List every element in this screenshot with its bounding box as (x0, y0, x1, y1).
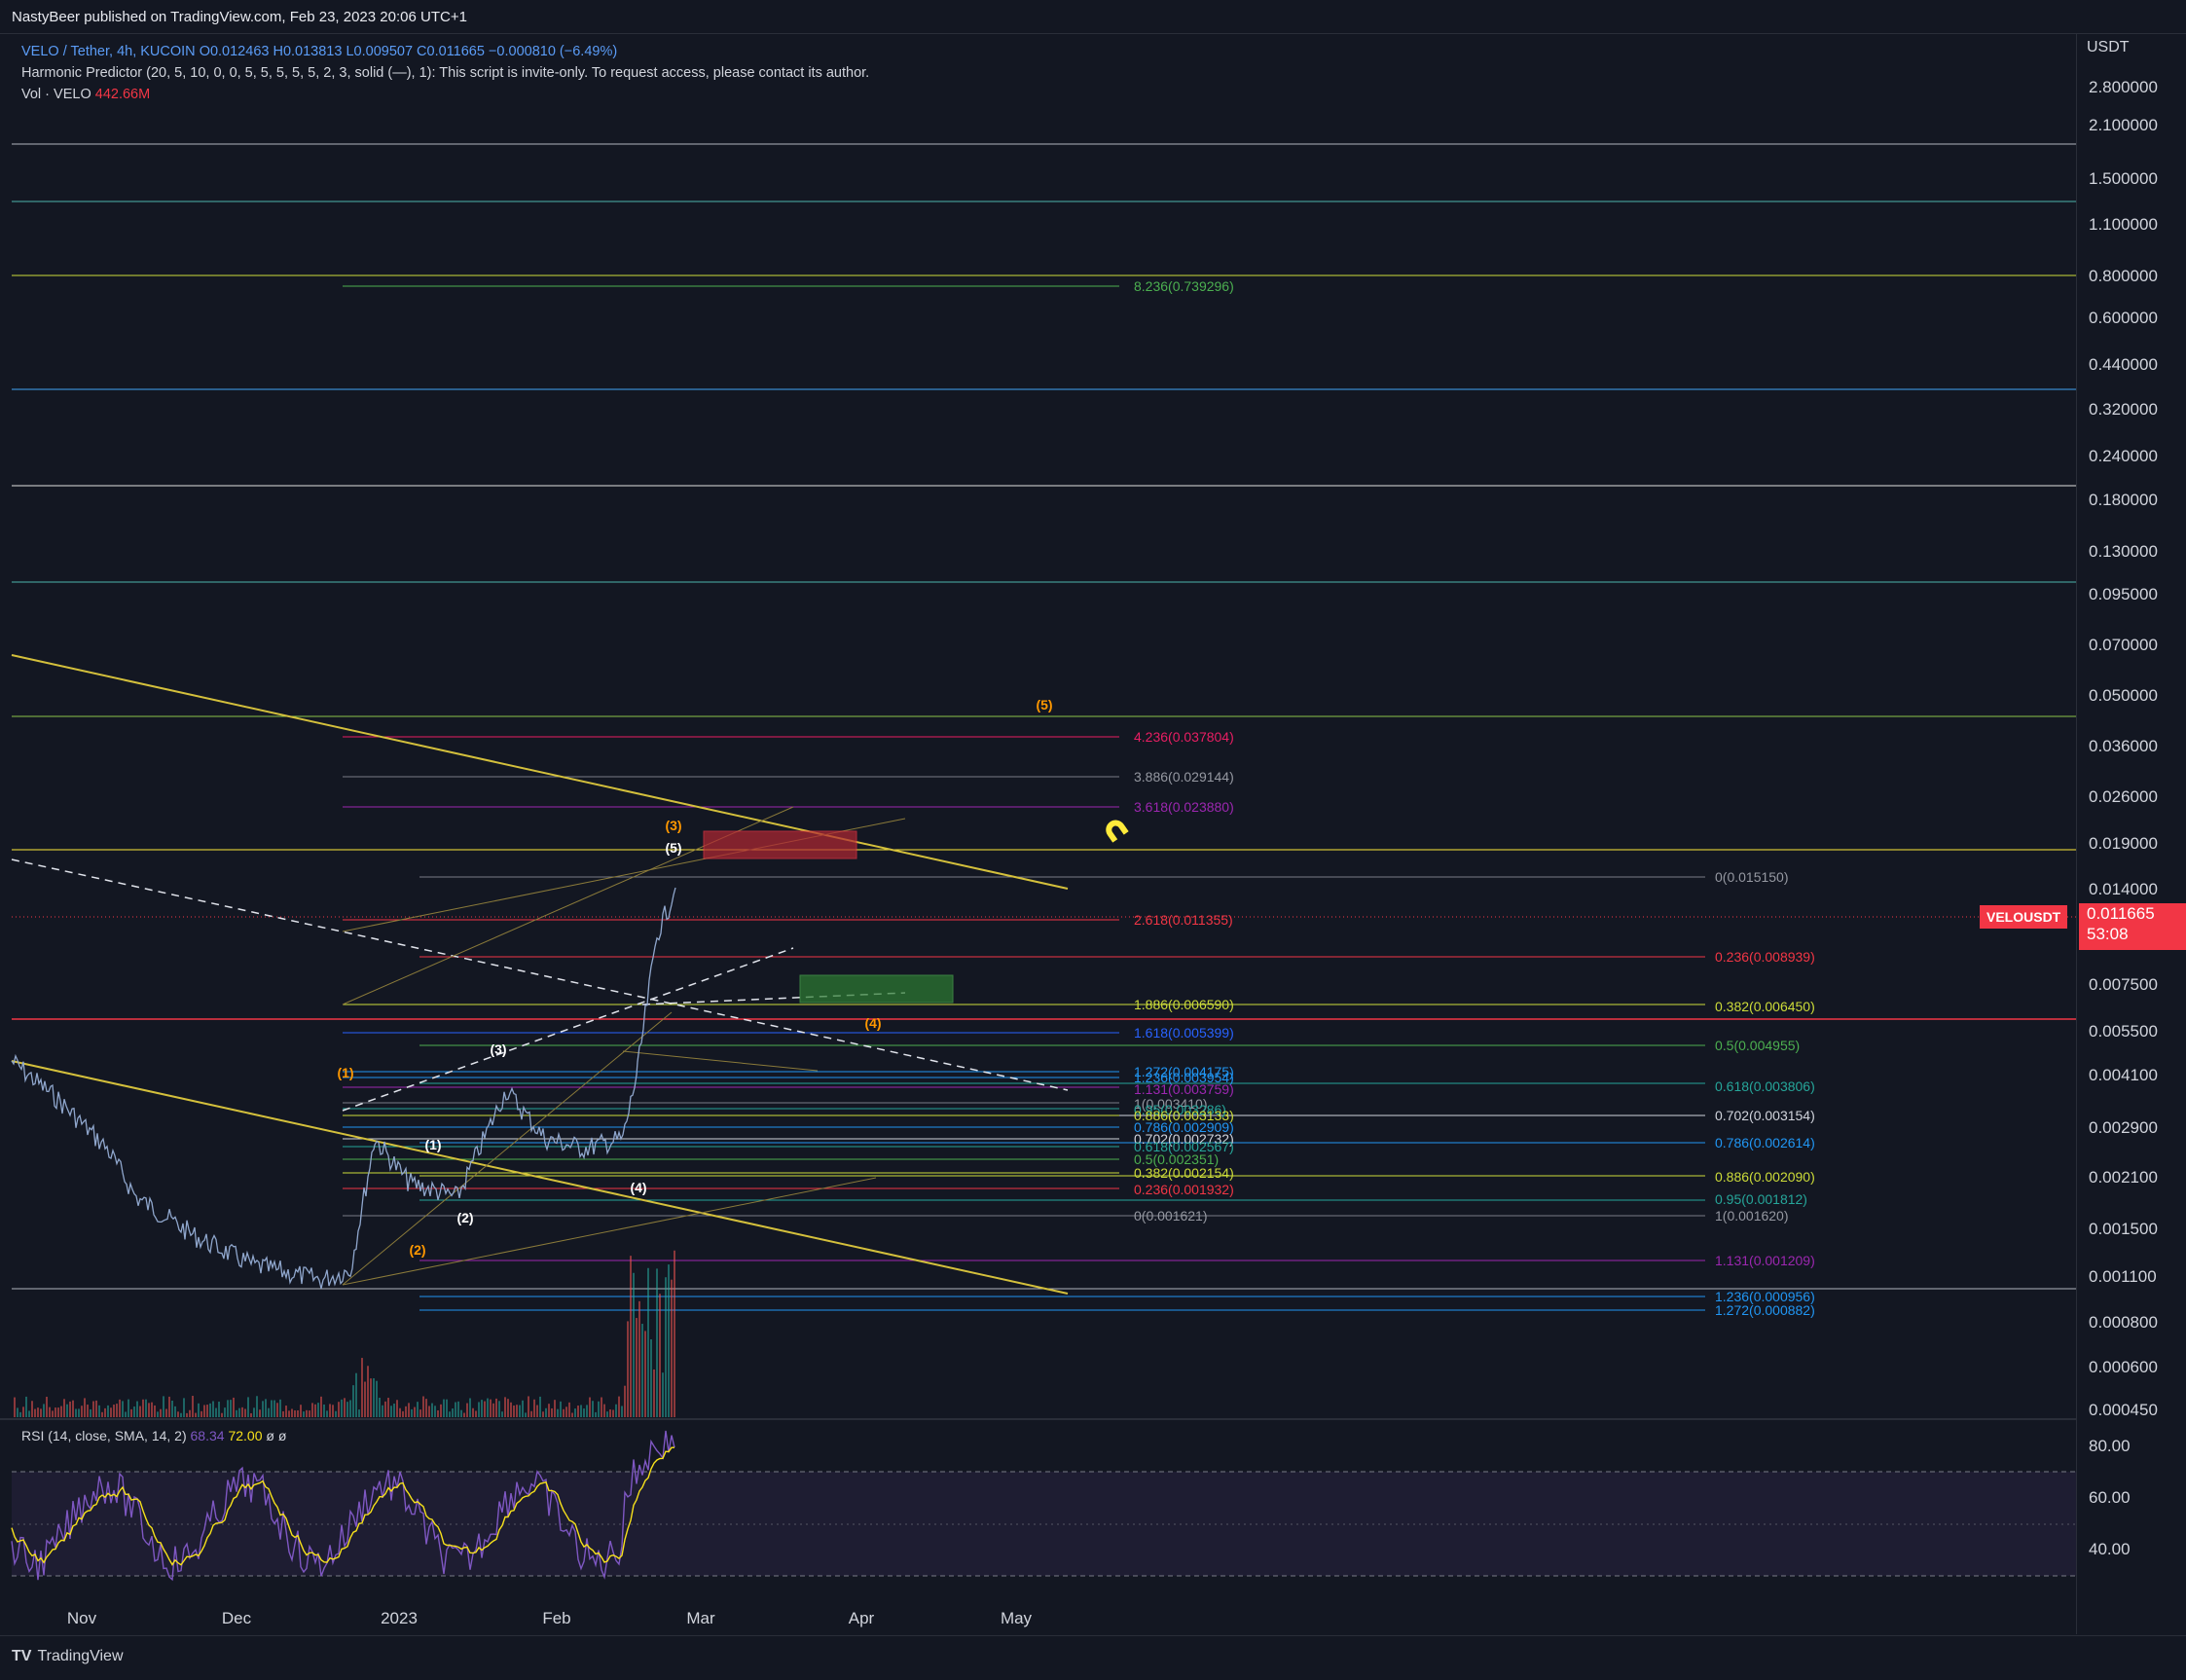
rsi-value: 68.34 (190, 1428, 225, 1443)
tv-logo-icon: TV (12, 1648, 32, 1664)
wave-label: (3) (490, 1041, 506, 1057)
fib-level-label: 0.5(0.004955) (1715, 1038, 1800, 1053)
bar-countdown: 53:08 (2087, 925, 2129, 943)
fib-level-label: 3.886(0.029144) (1134, 769, 1234, 785)
ohlc-high: H0.013813 (273, 44, 343, 59)
currency-label: USDT (2087, 39, 2130, 55)
lower-trendline (11, 1060, 1069, 1295)
wave-label: (4) (864, 1015, 881, 1031)
rsi-extra: ø ø (266, 1428, 287, 1443)
fib-level-label: 2.618(0.011355) (1134, 912, 1233, 928)
harmonic-line (622, 1050, 819, 1072)
time-tick-label: Dec (222, 1609, 252, 1627)
volume-value: 442.66M (94, 87, 151, 102)
buy-zone (799, 974, 954, 1004)
chart-legend: VELO / Tether, 4h, KUCOIN O0.012463 H0.0… (21, 41, 869, 105)
trend-lines (11, 654, 1069, 1295)
fib-level-label: 0.382(0.006450) (1715, 999, 1815, 1014)
wave-label: (2) (456, 1210, 473, 1225)
time-tick-label: May (1001, 1609, 1033, 1627)
fib-level-label: 0.236(0.001932) (1134, 1182, 1234, 1197)
sell-zone (703, 830, 857, 859)
wave-label: (5) (1036, 697, 1052, 712)
fib-level-label: 0(0.015150) (1715, 869, 1789, 885)
fib-level-label: 1.618(0.005399) (1134, 1025, 1234, 1041)
volume-bars (14, 1250, 675, 1417)
ohlc-open: O0.012463 (199, 44, 270, 59)
fib-level-label: 4.236(0.037804) (1134, 729, 1234, 745)
fib-level-label: 0.236(0.008939) (1715, 949, 1815, 965)
fib-level-label: 3.618(0.023880) (1134, 799, 1234, 815)
wave-label: (4) (630, 1180, 646, 1195)
fib-level-label: 1.272(0.000882) (1715, 1302, 1815, 1318)
wave-label: (2) (409, 1242, 425, 1258)
fib-level-label: 1(0.001620) (1715, 1208, 1789, 1223)
footer (0, 1635, 2186, 1680)
ohlc-low: L0.009507 (346, 44, 414, 59)
time-tick-label: Apr (849, 1609, 875, 1627)
current-price-box: 0.011665 53:08 (2079, 903, 2186, 950)
indicator-label[interactable]: Harmonic Predictor (20, 5, 10, 0, 0, 5, … (21, 65, 869, 81)
dashed-trendline (342, 947, 794, 1112)
volume-row[interactable]: Vol · VELO 442.66M (21, 84, 869, 105)
ohlc-close: C0.011665 (417, 44, 485, 59)
volume-label[interactable]: Vol · VELO (21, 87, 91, 102)
wave-label: (5) (665, 840, 681, 856)
fib-labels: 8.236(0.739296) 4.236(0.037804) 3.886(0.02… (1134, 278, 1815, 1318)
price-axis[interactable]: USDT (2076, 33, 2186, 1634)
time-tick-label: Feb (542, 1609, 570, 1627)
current-price: 0.011665 (2087, 904, 2155, 923)
fib-level-label: 0.618(0.003806) (1715, 1078, 1815, 1094)
fib-level-label: 0.886(0.002090) (1715, 1169, 1815, 1185)
symbol-price-tag: VELOUSDT (1980, 905, 2068, 929)
fib-level-label: 1.131(0.003759) (1134, 1081, 1234, 1097)
fib-level-label: 1.886(0.006590) (1134, 997, 1234, 1012)
magnet-icon (1106, 820, 1129, 843)
fib-lines (343, 285, 1705, 1311)
ohlc-change: −0.000810 (−6.49%) (488, 44, 618, 59)
fib-level-label: 1.131(0.001209) (1715, 1253, 1815, 1268)
wave-label: (1) (424, 1137, 441, 1152)
harmonic-line (342, 1177, 877, 1286)
time-tick-label: 2023 (381, 1609, 418, 1627)
brand-name: TradingView (37, 1648, 124, 1664)
symbol-row[interactable]: VELO / Tether, 4h, KUCOIN O0.012463 H0.0… (21, 41, 869, 62)
upper-trendline (11, 654, 1069, 890)
rsi-sma-value: 72.00 (228, 1428, 263, 1443)
time-tick-label: Nov (67, 1609, 97, 1627)
fib-level-label: 0.702(0.003154) (1715, 1108, 1815, 1123)
price-line (11, 887, 676, 1290)
time-tick-label: Mar (686, 1609, 715, 1627)
wave-label: (3) (665, 818, 681, 833)
fib-level-label: 0(0.001621) (1134, 1208, 1208, 1223)
fib-level-label: 0.382(0.002154) (1134, 1165, 1234, 1181)
wave-label: (1) (337, 1065, 353, 1080)
indicator-row[interactable]: Harmonic Predictor (20, 5, 10, 0, 0, 5, … (21, 62, 869, 84)
harmonic-line (342, 1011, 673, 1286)
tradingview-logo[interactable]: TV TradingView (12, 1648, 124, 1665)
rsi-legend[interactable]: RSI (14, close, SMA, 14, 2) 68.34 72.00 … (21, 1428, 286, 1443)
rsi-label[interactable]: RSI (14, close, SMA, 14, 2) (21, 1428, 187, 1443)
chart-canvas[interactable]: 8.236(0.739296) 4.236(0.037804) 3.886(0.02… (0, 0, 2186, 1679)
fib-level-label: 0.95(0.001812) (1715, 1191, 1807, 1207)
fib-level-label: 8.236(0.739296) (1134, 278, 1234, 294)
symbol-name[interactable]: VELO / Tether, 4h, KUCOIN (21, 44, 196, 59)
fib-level-label: 0.786(0.002614) (1715, 1135, 1815, 1150)
